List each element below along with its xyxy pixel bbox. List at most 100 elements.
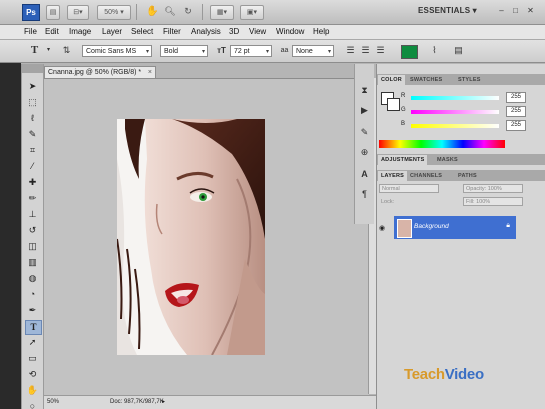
- quick-selection-tool-icon[interactable]: ✎: [25, 128, 40, 141]
- rotate-view-icon[interactable]: ↻: [182, 5, 194, 18]
- actions-panel-icon[interactable]: ▶: [358, 104, 371, 117]
- brush-tool-icon[interactable]: ✏: [25, 192, 40, 205]
- canvas-area[interactable]: [44, 78, 369, 395]
- antialias-select[interactable]: None ▾: [292, 45, 334, 57]
- background-color-swatch[interactable]: [387, 98, 400, 111]
- menu-help[interactable]: Help: [313, 27, 329, 36]
- eyedropper-tool-icon[interactable]: ⁄: [25, 160, 40, 173]
- close-icon[interactable]: ✕: [525, 5, 536, 16]
- chevron-down-icon: ▾: [327, 49, 331, 55]
- font-family-select[interactable]: Comic Sans MS ▾: [82, 45, 152, 57]
- eraser-tool-icon[interactable]: ◫: [25, 240, 40, 253]
- tab-adjustments[interactable]: ADJUSTMENTS: [378, 155, 428, 165]
- blue-slider[interactable]: [411, 124, 499, 128]
- menu-window[interactable]: Window: [276, 27, 304, 36]
- path-selection-tool-icon[interactable]: ➚: [25, 336, 40, 349]
- status-zoom[interactable]: 50%: [47, 396, 59, 408]
- maximize-icon[interactable]: □: [510, 5, 521, 16]
- color-spectrum-ramp[interactable]: [379, 140, 505, 148]
- opacity-field[interactable]: Opacity: 100%: [463, 184, 523, 193]
- green-slider[interactable]: [411, 110, 499, 114]
- menu-layer[interactable]: Layer: [102, 27, 122, 36]
- tab-swatches[interactable]: SWATCHES: [407, 75, 445, 85]
- menu-view[interactable]: View: [249, 27, 266, 36]
- healing-brush-tool-icon[interactable]: ✚: [25, 176, 40, 189]
- align-left-icon[interactable]: ☰: [344, 44, 357, 57]
- text-orientation-icon[interactable]: ⇅: [60, 44, 73, 57]
- zoom-level-dropdown[interactable]: 50% ▾: [97, 5, 131, 20]
- workspace-switcher[interactable]: ESSENTIALS ▾: [418, 6, 477, 15]
- green-value-input[interactable]: 255: [506, 106, 526, 117]
- clone-source-panel-icon[interactable]: ⊕: [358, 146, 371, 159]
- chevron-down-icon[interactable]: ▾: [42, 44, 55, 57]
- blue-value-input[interactable]: 255: [506, 120, 526, 131]
- marquee-tool-icon[interactable]: ⬚: [25, 96, 40, 109]
- character-panel-icon[interactable]: A: [358, 168, 371, 181]
- tools-panel-header[interactable]: [22, 64, 43, 73]
- minimize-icon[interactable]: –: [496, 5, 507, 16]
- chevron-down-icon: ▾: [472, 6, 477, 15]
- text-color-swatch[interactable]: [401, 45, 418, 59]
- font-style-select[interactable]: Bold ▾: [160, 45, 208, 57]
- menu-edit[interactable]: Edit: [45, 27, 59, 36]
- font-style-value: Bold: [164, 48, 179, 55]
- menu-image[interactable]: Image: [69, 27, 91, 36]
- panel-dock: ⧗ ▶ ✎ ⊕ A ¶: [354, 64, 374, 224]
- red-value-input[interactable]: 255: [506, 92, 526, 103]
- align-center-icon[interactable]: ☰: [359, 44, 372, 57]
- antialias-icon: aa: [280, 47, 289, 54]
- character-panel-icon[interactable]: ▤: [452, 44, 465, 57]
- portrait-photo[interactable]: [117, 119, 265, 355]
- warp-text-icon[interactable]: ⌇: [428, 44, 441, 57]
- font-size-select[interactable]: 72 pt ▾: [230, 45, 272, 57]
- history-panel-icon[interactable]: ⧗: [358, 84, 371, 97]
- tab-paths[interactable]: PATHS: [455, 171, 480, 181]
- tab-styles[interactable]: STYLES: [455, 75, 484, 85]
- pen-tool-icon[interactable]: ✒: [25, 304, 40, 317]
- type-tool-icon[interactable]: T: [25, 320, 42, 335]
- hand-tool-icon[interactable]: ✋: [146, 5, 158, 18]
- blend-mode-select[interactable]: Normal: [379, 184, 439, 193]
- tab-layers[interactable]: LAYERS: [378, 171, 408, 181]
- tab-color[interactable]: COLOR: [378, 75, 405, 85]
- menu-select[interactable]: Select: [131, 27, 153, 36]
- zoom-tool-icon[interactable]: 🔍︎: [164, 5, 176, 18]
- clone-stamp-tool-icon[interactable]: ⊥: [25, 208, 40, 221]
- dodge-tool-icon[interactable]: ◔: [25, 288, 40, 301]
- tab-channels[interactable]: CHANNELS: [407, 171, 445, 181]
- history-brush-tool-icon[interactable]: ↺: [25, 224, 40, 237]
- brushes-panel-icon[interactable]: ✎: [358, 126, 371, 139]
- bridge-button[interactable]: ▤: [46, 5, 60, 20]
- layer-row-background[interactable]: Background 🔒︎: [394, 216, 516, 239]
- arrange-documents-button[interactable]: ▦▾: [210, 5, 234, 20]
- move-tool-icon[interactable]: ➤: [25, 80, 40, 93]
- document-info: Doc: 987,7K/987,7K: [110, 399, 164, 405]
- paragraph-panel-icon[interactable]: ¶: [358, 188, 371, 201]
- blur-tool-icon[interactable]: ◍: [25, 272, 40, 285]
- menu-3d[interactable]: 3D: [229, 27, 239, 36]
- fill-field[interactable]: Fill: 100%: [463, 197, 523, 206]
- menu-filter[interactable]: Filter: [163, 27, 181, 36]
- antialias-value: None: [296, 48, 313, 55]
- right-panels: COLOR SWATCHES STYLES R 255 G 255 B 255 …: [376, 64, 545, 409]
- gradient-tool-icon[interactable]: ▥: [25, 256, 40, 269]
- crop-tool-icon[interactable]: ⌗: [25, 144, 40, 157]
- chevron-down-icon: ▾: [145, 49, 149, 55]
- lock-icon: 🔒︎: [506, 222, 510, 229]
- document-tab[interactable]: Cnanna.jpg @ 50% (RGB/8) * ×: [44, 66, 156, 78]
- menu-file[interactable]: File: [24, 27, 37, 36]
- eye-icon[interactable]: ◉: [379, 224, 385, 232]
- status-menu-icon[interactable]: ▸: [162, 396, 165, 408]
- zoom-tool-icon[interactable]: ○: [25, 400, 40, 409]
- tab-masks[interactable]: MASKS: [434, 155, 461, 165]
- type-tool-preset-icon[interactable]: T: [28, 44, 41, 57]
- hand-tool-icon[interactable]: ✋: [25, 384, 40, 397]
- menu-analysis[interactable]: Analysis: [191, 27, 221, 36]
- view-extras-button[interactable]: ⊟▾: [67, 5, 89, 20]
- align-right-icon[interactable]: ☰: [374, 44, 387, 57]
- 3d-rotate-tool-icon[interactable]: ⟲: [25, 368, 40, 381]
- red-slider[interactable]: [411, 96, 499, 100]
- shape-tool-icon[interactable]: ▭: [25, 352, 40, 365]
- screen-mode-button[interactable]: ▣▾: [240, 5, 264, 20]
- lasso-tool-icon[interactable]: ℓ: [25, 112, 40, 125]
